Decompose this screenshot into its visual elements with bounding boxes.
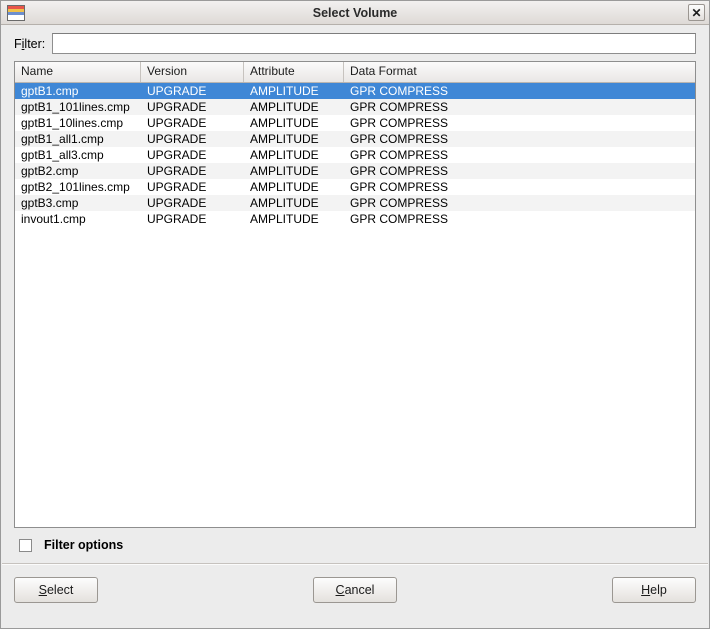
cell-name: gptB1_10lines.cmp — [21, 116, 124, 130]
cell-name: gptB1_all1.cmp — [21, 132, 104, 146]
cell-version: UPGRADE — [147, 212, 207, 226]
cell-name: gptB2_101lines.cmp — [21, 180, 130, 194]
filter-options-checkbox[interactable] — [19, 538, 32, 552]
column-header-version[interactable]: Version — [141, 62, 244, 82]
window-titlebar[interactable]: Select Volume ✕ — [1, 1, 709, 25]
cell-data-format: GPR COMPRESS — [350, 100, 449, 114]
cancel-button-mnemonic: C — [335, 583, 345, 597]
cell-attribute: AMPLITUDE — [250, 164, 319, 178]
table-row[interactable]: gptB1_all3.cmp UPGRADE AMPLITUDE GPR COMPRE… — [15, 147, 695, 163]
table-row[interactable]: gptB2_101lines.cmp UPGRADE AMPLITUDE GPR CO… — [15, 179, 695, 195]
volume-table: Name Version Attribute Data Format gptB1… — [14, 61, 696, 528]
column-header-attribute[interactable]: Attribute — [244, 62, 344, 82]
filter-input[interactable] — [52, 33, 696, 54]
filter-label-prefix: F — [14, 36, 22, 51]
select-button[interactable]: Select — [14, 577, 98, 603]
close-icon[interactable]: ✕ — [688, 4, 705, 21]
cell-name: gptB2.cmp — [21, 164, 79, 178]
cell-attribute: AMPLITUDE — [250, 212, 319, 226]
cell-version: UPGRADE — [147, 84, 207, 98]
table-body[interactable]: gptB1.cmp UPGRADE AMPLITUDE GPR COMPRESS gpt… — [15, 83, 695, 527]
cancel-button-suffix: ancel — [344, 583, 375, 597]
cell-attribute: AMPLITUDE — [250, 116, 319, 130]
cell-attribute: AMPLITUDE — [250, 148, 319, 162]
cell-version: UPGRADE — [147, 100, 207, 114]
cell-name: gptB1_all3.cmp — [21, 148, 104, 162]
table-row[interactable]: gptB1.cmp UPGRADE AMPLITUDE GPR COMPRESS — [15, 83, 695, 99]
cell-data-format: GPR COMPRESS — [350, 164, 449, 178]
cell-version: UPGRADE — [147, 180, 207, 194]
dialog-button-row: Select Cancel Help — [1, 565, 709, 605]
table-row[interactable]: invout1.cmp UPGRADE AMPLITUDE GPR COMPRESS — [15, 211, 695, 227]
table-header-row: Name Version Attribute Data Format — [15, 62, 695, 83]
column-header-data-format[interactable]: Data Format — [344, 62, 695, 82]
cell-data-format: GPR COMPRESS — [350, 148, 449, 162]
window-title: Select Volume — [312, 5, 398, 20]
select-button-suffix: elect — [46, 583, 74, 597]
table-row[interactable]: gptB3.cmp UPGRADE AMPLITUDE GPR COMPRESS — [15, 195, 695, 211]
cell-attribute: AMPLITUDE — [250, 196, 319, 210]
cell-name: gptB3.cmp — [21, 196, 79, 210]
cell-data-format: GPR COMPRESS — [350, 132, 449, 146]
cell-data-format: GPR COMPRESS — [350, 84, 449, 98]
help-button[interactable]: Help — [612, 577, 696, 603]
cell-name: invout1.cmp — [21, 212, 86, 226]
filter-row: Filter: — [1, 25, 709, 60]
cell-version: UPGRADE — [147, 148, 207, 162]
cell-version: UPGRADE — [147, 116, 207, 130]
help-button-mnemonic: H — [641, 583, 651, 597]
cell-attribute: AMPLITUDE — [250, 180, 319, 194]
cell-data-format: GPR COMPRESS — [350, 116, 449, 130]
app-stripes-icon — [7, 4, 25, 21]
filter-label-suffix: lter: — [24, 36, 46, 51]
cell-attribute: AMPLITUDE — [250, 100, 319, 114]
cell-data-format: GPR COMPRESS — [350, 212, 449, 226]
table-row[interactable]: gptB2.cmp UPGRADE AMPLITUDE GPR COMPRESS — [15, 163, 695, 179]
cell-data-format: GPR COMPRESS — [350, 196, 449, 210]
cell-version: UPGRADE — [147, 132, 207, 146]
cell-version: UPGRADE — [147, 164, 207, 178]
cell-attribute: AMPLITUDE — [250, 132, 319, 146]
cell-attribute: AMPLITUDE — [250, 84, 319, 98]
filter-options-row: Filter options — [1, 528, 709, 552]
table-row[interactable]: gptB1_101lines.cmp UPGRADE AMPLITUDE GPR CO… — [15, 99, 695, 115]
help-button-suffix: elp — [650, 583, 667, 597]
filter-label: Filter: — [14, 37, 45, 51]
table-row[interactable]: gptB1_all1.cmp UPGRADE AMPLITUDE GPR COMPRE… — [15, 131, 695, 147]
cell-version: UPGRADE — [147, 196, 207, 210]
table-row[interactable]: gptB1_10lines.cmp UPGRADE AMPLITUDE GPR COM… — [15, 115, 695, 131]
select-button-mnemonic: S — [38, 583, 47, 597]
filter-options-label: Filter options — [44, 538, 124, 552]
select-volume-dialog: Select Volume ✕ Filter: Name Version Att… — [0, 0, 710, 629]
cancel-button[interactable]: Cancel — [313, 577, 397, 603]
column-header-name[interactable]: Name — [15, 62, 141, 82]
cell-name: gptB1.cmp — [21, 84, 79, 98]
cell-data-format: GPR COMPRESS — [350, 180, 449, 194]
cell-name: gptB1_101lines.cmp — [21, 100, 130, 114]
